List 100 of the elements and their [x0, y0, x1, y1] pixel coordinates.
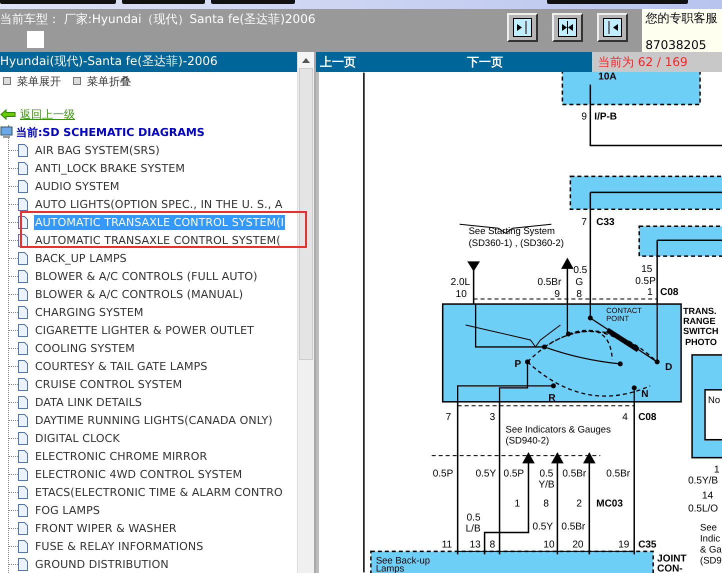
tree-item[interactable]: DATA LINK DETAILS — [34, 394, 144, 410]
document-icon — [18, 324, 28, 336]
diagram-label: 0.5Y/B — [688, 476, 718, 487]
diagram-label: N — [641, 388, 648, 400]
tree-item[interactable]: AIR BAG SYSTEM(SRS) — [34, 142, 161, 158]
document-icon — [18, 486, 28, 498]
document-icon — [18, 306, 28, 318]
vehicle-model-text: 当前车型： 厂家:Hyundai（现代）Santa fe(圣达菲)2006 — [0, 11, 316, 28]
diagram-label: 10 — [456, 289, 467, 300]
tree-item[interactable]: FOG LAMPS — [34, 502, 101, 518]
tree-item[interactable]: ANTI_LOCK BRAKE SYSTEM — [34, 160, 186, 176]
scrollbar[interactable] — [297, 52, 314, 573]
diagram-label: (SD9 — [700, 555, 722, 566]
tree-item[interactable]: GROUND DISTRIBUTION — [34, 556, 170, 572]
document-icon — [18, 558, 28, 570]
diagram-label: 0.5P — [504, 468, 524, 480]
document-icon — [18, 414, 28, 426]
tree-item[interactable]: AUDIO SYSTEM — [34, 178, 120, 194]
diagram-label: 8 — [490, 539, 496, 550]
diagram-label: 0.5Y — [532, 521, 553, 532]
collapse-menu-button[interactable]: 菜单折叠 — [73, 74, 131, 89]
diagram-label: 2 — [576, 498, 582, 510]
document-icon — [18, 144, 28, 156]
document-icon — [18, 468, 28, 480]
tree-item[interactable]: AUTO LIGHTS(OPTION SPEC., IN THE U. S., A — [34, 196, 284, 212]
diagram-label: G — [575, 277, 584, 288]
diagram-label: 8 — [543, 498, 549, 510]
document-icon — [18, 270, 28, 282]
expand-left-button[interactable] — [596, 13, 628, 42]
diagram-label: MC03 — [596, 498, 623, 510]
diagram-label: P — [514, 358, 522, 370]
menu-square-icon — [3, 77, 11, 86]
diagram-label: TRANS. — [683, 306, 716, 316]
diagram-label: 20 — [572, 539, 584, 550]
diagram-label: I/P-B — [594, 112, 618, 122]
diagram-label: 14 — [702, 490, 714, 502]
tree-item[interactable]: FRONT WIPER & WASHER — [34, 520, 178, 536]
diagram-label: 9 — [554, 289, 560, 300]
diagram-label: Y/B — [538, 480, 555, 491]
diagram-label: 8 — [576, 289, 582, 300]
diagram-label: 7 — [446, 412, 452, 423]
document-icon — [18, 378, 28, 390]
tree-item[interactable]: COOLING SYSTEM — [34, 340, 136, 356]
diagram-label: 0.5Br — [561, 521, 586, 532]
previous-page-link[interactable]: 上一页 — [316, 54, 463, 70]
back-link[interactable]: 返回上一级 — [20, 106, 75, 122]
diagram-label: & Ga — [700, 544, 722, 556]
page-status: 当前为 62 / 169 — [592, 52, 722, 72]
tree-title-bar: Hyundai(现代)-Santa fe(圣达菲)-2006 — [0, 52, 297, 72]
current-folder-label: 当前:SD SCHEMATIC DIAGRAMS — [16, 124, 205, 140]
diagram-label: Indic — [700, 533, 720, 544]
document-icon — [18, 180, 28, 192]
document-icon — [18, 198, 28, 210]
tree-item[interactable]: ELECTRONIC 4WD CONTROL SYSTEM — [34, 466, 244, 482]
diagram-label: 10A — [598, 72, 617, 83]
document-icon — [18, 252, 28, 264]
diagram-label: 1 — [514, 498, 520, 510]
diagram-label: 2.0L — [450, 277, 470, 288]
tree-item[interactable]: DIGITAL CLOCK — [34, 430, 121, 446]
diagram-label: L/B — [466, 523, 481, 534]
diagram-label: JOINT — [657, 553, 687, 564]
tree-item[interactable]: ELECTRONIC CHROME MIRROR — [34, 448, 208, 464]
diagram-label: 0.5 — [466, 512, 480, 524]
back-arrow-icon — [0, 108, 16, 120]
scroll-up-icon[interactable] — [302, 58, 310, 62]
diagram-label: D — [665, 362, 672, 373]
diagram-label: C33 — [596, 217, 615, 228]
tree-item[interactable]: BACK_UP LAMPS — [34, 250, 128, 266]
diagram-label: See — [700, 522, 717, 534]
diagram-label: 0.5P — [432, 468, 454, 480]
diagram-label: 10 — [543, 539, 555, 550]
expand-menu-button[interactable]: 菜单展开 — [3, 74, 61, 89]
tree-item[interactable]: BLOWER & A/C CONTROLS (FULL AUTO) — [34, 268, 259, 284]
diagram-label: 4 — [622, 412, 628, 423]
tree-item[interactable]: BLOWER & A/C CONTROLS (MANUAL) — [34, 286, 244, 302]
scroll-thumb[interactable] — [299, 68, 313, 360]
tree-item[interactable]: CRUISE CONTROL SYSTEM — [34, 376, 184, 392]
split-panes-button[interactable] — [552, 13, 583, 42]
diagram-label: 15 — [641, 264, 652, 276]
document-icon — [18, 288, 28, 300]
document-icon — [18, 432, 28, 444]
diagram-label: 0.5 — [573, 265, 588, 276]
tree-item[interactable]: AUTOMATIC TRANSAXLE CONTROL SYSTEM( — [34, 232, 282, 248]
diagram-label: PHOTO — [685, 336, 717, 347]
tree-item[interactable]: CHARGING SYSTEM — [34, 304, 144, 320]
tree-item[interactable]: COURTESY & TAIL GATE LAMPS — [34, 358, 208, 374]
next-page-link[interactable]: 下一页 — [463, 54, 567, 70]
tree-item[interactable]: ETACS(ELECTRONIC TIME & ALARM CONTRO — [34, 484, 284, 500]
diagram-label: 0.5Br — [562, 468, 586, 480]
diagram-label: See Starting System — [468, 226, 555, 238]
diagram-label: 0.5Br — [537, 277, 562, 288]
document-icon — [18, 162, 28, 174]
tree-item[interactable]: DAYTIME RUNNING LIGHTS(CANADA ONLY) — [34, 412, 274, 428]
tree-item[interactable]: FUSE & RELAY INFORMATIONS — [34, 538, 204, 554]
diagram-label: RANGE — [683, 316, 716, 326]
diagram-label: 1 — [714, 464, 720, 476]
expand-right-button[interactable] — [506, 13, 538, 42]
tree-item[interactable]: CIGARETTE LIGHTER & POWER OUTLET — [34, 322, 255, 338]
diagram-label: 9 — [581, 112, 587, 122]
menu-square-icon — [73, 77, 81, 86]
